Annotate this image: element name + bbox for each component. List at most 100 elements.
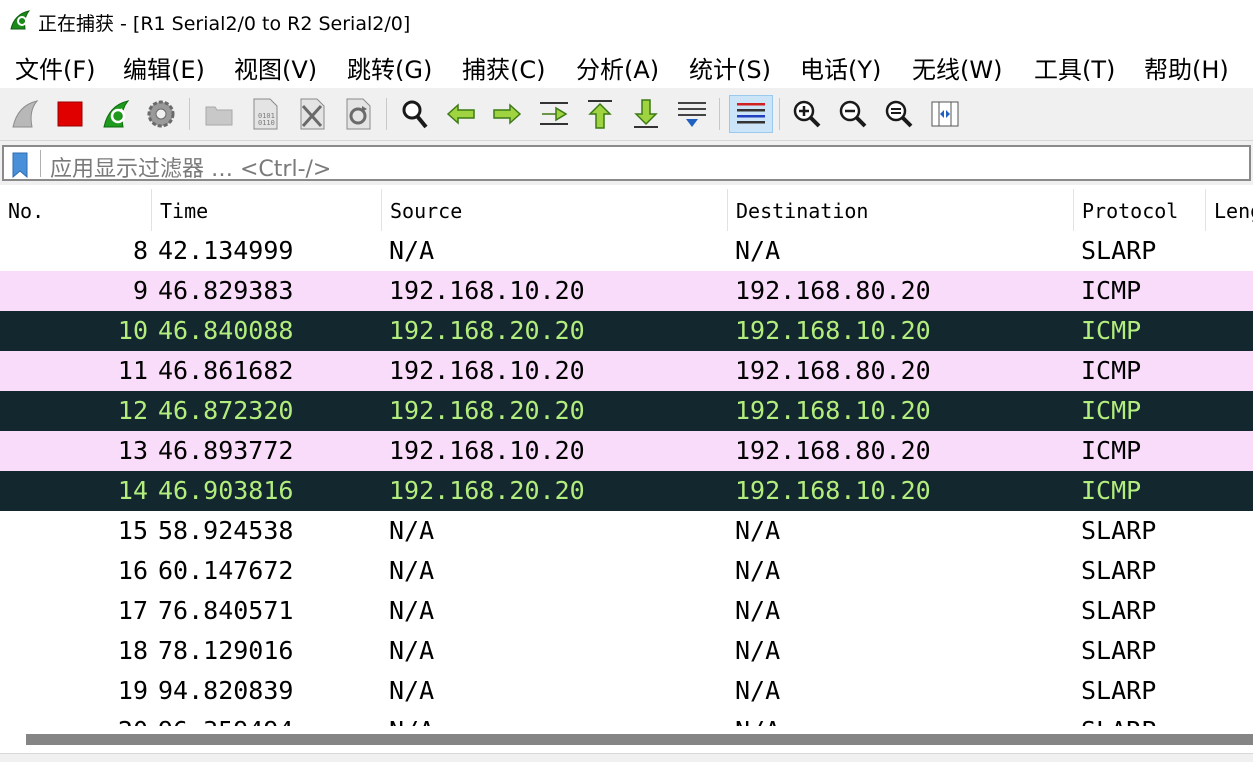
menu-view[interactable]: 视图(V)	[234, 50, 317, 85]
packet-row[interactable]: 11 46.861682 192.168.10.20 192.168.80.20 ICM…	[0, 351, 1253, 391]
horizontal-scrollbar[interactable]	[0, 726, 1253, 753]
menu-capture[interactable]: 捕获(C)	[462, 50, 545, 85]
go-back-icon[interactable]	[442, 95, 480, 133]
packet-protocol: ICMP	[1081, 476, 1142, 505]
packet-source: 192.168.20.20	[389, 476, 585, 505]
packet-time: 96.359494	[158, 711, 293, 726]
packet-no: 14	[117, 476, 148, 505]
packet-time: 94.820839	[158, 676, 294, 705]
auto-scroll-icon[interactable]	[673, 95, 711, 133]
packet-destination: 192.168.10.20	[735, 396, 931, 425]
packet-row[interactable]: 16 60.147672 N/A N/A SLARP	[0, 551, 1253, 591]
packet-no: 12	[117, 396, 148, 425]
packet-destination: N/A	[735, 516, 781, 545]
packet-destination: N/A	[735, 711, 780, 726]
menu-analyze[interactable]: 分析(A)	[576, 50, 659, 85]
toolbar-separator	[386, 98, 387, 130]
column-header-length[interactable]: Length	[1206, 189, 1253, 231]
packet-time: 46.861682	[158, 356, 294, 385]
packet-protocol: SLARP	[1081, 596, 1157, 625]
packet-protocol: ICMP	[1081, 356, 1142, 385]
packet-row[interactable]: 12 46.872320 192.168.20.20 192.168.10.20 ICM…	[0, 391, 1253, 431]
packet-time: 46.829383	[158, 276, 294, 305]
column-header-no[interactable]: No.	[0, 189, 152, 231]
packet-protocol: SLARP	[1081, 236, 1157, 265]
bookmark-icon[interactable]	[11, 152, 29, 182]
column-header-protocol[interactable]: Protocol	[1074, 189, 1206, 231]
toolbar-separator	[189, 98, 190, 130]
scrollbar-thumb[interactable]	[26, 734, 1253, 745]
packet-no: 17	[117, 596, 148, 625]
packet-source: 192.168.10.20	[389, 356, 585, 385]
save-file-icon[interactable]: 0101 0110	[246, 95, 284, 133]
packet-source: N/A	[389, 516, 435, 545]
packet-row[interactable]: 18 78.129016 N/A N/A SLARP	[0, 631, 1253, 671]
resize-columns-icon[interactable]	[926, 95, 964, 133]
open-file-icon[interactable]	[200, 95, 238, 133]
packet-protocol: ICMP	[1081, 276, 1142, 305]
packet-time: 46.872320	[158, 396, 294, 425]
colorize-icon[interactable]	[729, 95, 773, 133]
packet-protocol: ICMP	[1081, 396, 1142, 425]
packet-row[interactable]: 10 46.840088 192.168.20.20 192.168.10.20 ICM…	[0, 311, 1253, 351]
filter-placeholder: 应用显示过滤器 … <Ctrl-/>	[50, 157, 332, 182]
title-bar: 正在捕获 - [R1 Serial2/0 to R2 Serial2/0]	[0, 0, 1253, 42]
start-capture-icon[interactable]	[6, 95, 44, 133]
menu-go[interactable]: 跳转(G)	[347, 50, 432, 85]
packet-row[interactable]: 15 58.924538 N/A N/A SLARP	[0, 511, 1253, 551]
reload-file-icon[interactable]	[339, 95, 377, 133]
packet-no: 9	[132, 276, 148, 305]
packet-no: 13	[117, 436, 148, 465]
close-file-icon[interactable]	[293, 95, 331, 133]
column-header-source[interactable]: Source	[382, 189, 728, 231]
packet-row[interactable]: 19 94.820839 N/A N/A SLARP	[0, 671, 1253, 711]
menu-edit[interactable]: 编辑(E)	[123, 50, 205, 85]
column-header-destination[interactable]: Destination	[728, 189, 1074, 231]
zoom-out-icon[interactable]	[834, 95, 872, 133]
packet-protocol: SLARP	[1081, 516, 1157, 545]
menu-tools[interactable]: 工具(T)	[1034, 50, 1115, 85]
packet-row[interactable]: 9 46.829383 192.168.10.20 192.168.80.20 ICMP	[0, 271, 1253, 311]
stop-capture-icon[interactable]	[51, 95, 89, 133]
menu-bar: 文件(F) 编辑(E) 视图(V) 跳转(G) 捕获(C) 分析(A) 统计(S…	[0, 42, 1253, 88]
packet-no: 16	[117, 556, 148, 585]
capture-options-icon[interactable]	[142, 95, 180, 133]
packet-protocol: ICMP	[1081, 316, 1142, 345]
filter-separator	[40, 150, 41, 177]
packet-destination: N/A	[735, 596, 781, 625]
packet-source: N/A	[389, 236, 435, 265]
go-last-icon[interactable]	[627, 95, 665, 133]
packet-source: N/A	[389, 556, 435, 585]
normal-size-icon[interactable]	[880, 95, 918, 133]
menu-telephony[interactable]: 电话(Y)	[800, 50, 881, 85]
go-to-packet-icon[interactable]	[535, 95, 573, 133]
packet-row[interactable]: 13 46.893772 192.168.10.20 192.168.80.20 ICM…	[0, 431, 1253, 471]
packet-source: 192.168.20.20	[389, 396, 585, 425]
column-header-time[interactable]: Time	[152, 189, 382, 231]
packet-row[interactable]: 14 46.903816 192.168.20.20 192.168.10.20 ICM…	[0, 471, 1253, 511]
packet-destination: N/A	[735, 676, 781, 705]
packet-row[interactable]: 8 42.134999 N/A N/A SLARP	[0, 231, 1253, 271]
go-forward-icon[interactable]	[488, 95, 526, 133]
menu-help[interactable]: 帮助(H)	[1144, 50, 1229, 85]
find-packet-icon[interactable]	[396, 95, 434, 133]
menu-statistics[interactable]: 统计(S)	[689, 50, 771, 85]
packet-time: 46.840088	[158, 316, 294, 345]
packet-destination: 192.168.10.20	[735, 316, 931, 345]
packet-list[interactable]: No. Time Source Destination Protocol Len…	[0, 189, 1253, 726]
packet-source: N/A	[389, 636, 435, 665]
packet-row[interactable]: 17 76.840571 N/A N/A SLARP	[0, 591, 1253, 631]
go-first-icon[interactable]	[581, 95, 619, 133]
packet-no: 18	[117, 636, 148, 665]
zoom-in-icon[interactable]	[788, 95, 826, 133]
packet-rows: 8 42.134999 N/A N/A SLARP 9 46.829383 192.168.1…	[0, 231, 1253, 726]
packet-time: 42.134999	[158, 236, 294, 265]
display-filter-input[interactable]: 应用显示过滤器 … <Ctrl-/>	[2, 145, 1251, 182]
packet-no: 15	[117, 516, 148, 545]
menu-file[interactable]: 文件(F)	[15, 50, 96, 85]
packet-row[interactable]: 20 96.359494 N/A N/A SLARP	[0, 711, 1253, 726]
main-toolbar: 0101 0110	[0, 88, 1253, 141]
packet-destination: N/A	[735, 636, 781, 665]
menu-wireless[interactable]: 无线(W)	[912, 50, 1002, 85]
restart-capture-icon[interactable]	[97, 95, 135, 133]
